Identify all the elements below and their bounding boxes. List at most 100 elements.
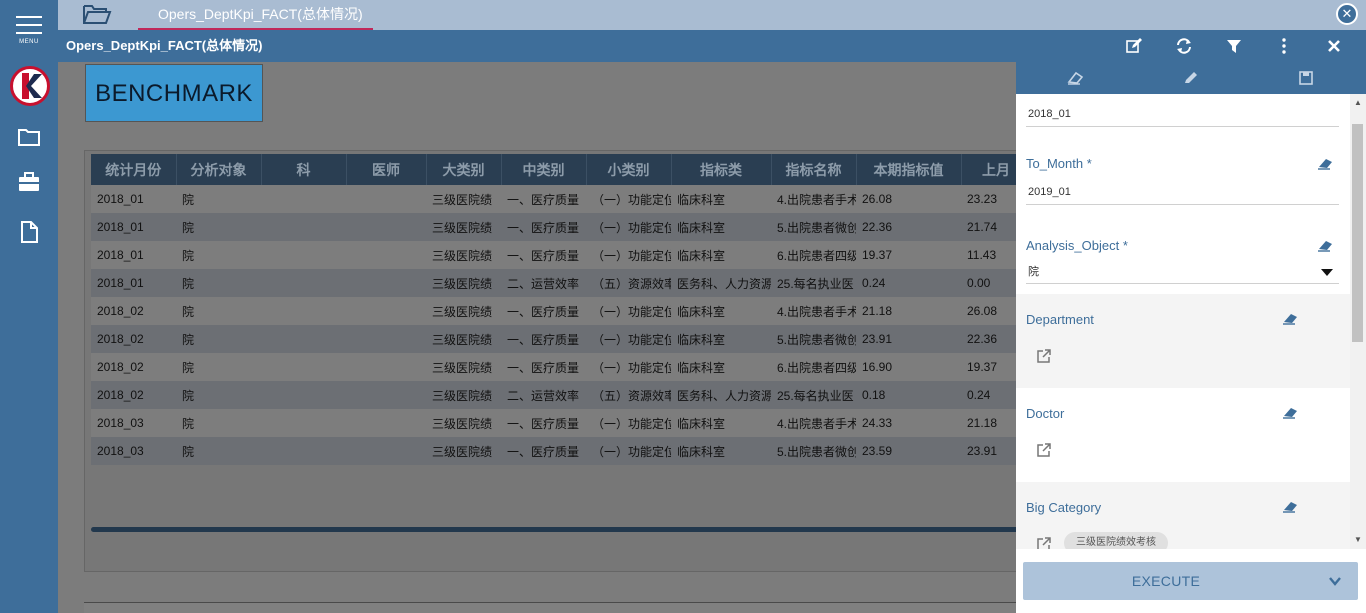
clear-to-month-button[interactable] [1316,157,1334,171]
selected-category-chip[interactable]: 三级医院绩效考核 [1064,532,1168,549]
refresh-button[interactable] [1175,37,1193,55]
execute-button[interactable]: EXECUTE [1023,562,1358,600]
sidebar-briefcase-button[interactable] [17,170,41,194]
to-month-input[interactable] [1026,179,1339,205]
column-header[interactable]: 中类别 [501,154,587,185]
scroll-up-icon[interactable]: ▲ [1350,97,1366,109]
to-month-label: To_Month * [1026,156,1092,171]
table-row[interactable]: 2018_03 院三级医院绩 一、医疗质量 （一）功能定位 临床科室 5.出院患者微创 23… [91,437,1016,465]
clear-doctor-button[interactable] [1281,406,1299,420]
table-cell: 2018_01 [91,241,176,269]
report-title: Opers_DeptKpi_FACT(总体情况) [66,38,263,53]
table-cell: 2018_03 [91,409,176,437]
more-options-button[interactable] [1275,37,1293,55]
column-header[interactable]: 科 [261,154,347,185]
eraser-icon [1318,159,1332,170]
table-row[interactable]: 2018_02 院 三级医院绩 一、医疗质量 （一）功能定位 临床科室 5.出院患者微创 23… [91,325,1016,353]
clear-all-button[interactable] [1066,70,1084,86]
table-cell: 医务科、人力资源 [671,381,771,409]
table-row[interactable]: 2018_01 院 三级医院绩 一、医疗质量 （一）功能定位 临床科室 6.出院患者四级 19… [91,241,1016,269]
table-cell [261,297,346,325]
table-row[interactable]: 2018_02 院 三级医院绩 一、医疗质量 （一）功能定位 临床科室 6.出院患者四级 16… [91,353,1016,381]
save-icon [1299,71,1313,85]
department-picker-button[interactable] [1036,348,1052,364]
column-header[interactable]: 指标类 [671,154,772,185]
column-header[interactable]: 医师 [346,154,427,185]
menu-button[interactable]: MENU [14,14,44,48]
table-cell: 三级医院绩 [426,353,501,381]
table-row[interactable]: 2018_01 院 三级医院绩 一、医疗质量 （一）功能定位 临床科室 5.出院患者微创 22… [91,213,1016,241]
table-cell [261,353,346,381]
table-cell: 23.23 [961,185,1016,213]
table-row[interactable]: 2018_02 院 三级医院绩 二、运营效率 （五）资源效率 医务科、人力资源 25.每名执… [91,381,1016,409]
document-icon [21,221,38,243]
column-header[interactable]: 指标名称 [771,154,857,185]
department-label: Department [1026,312,1094,327]
table-cell: （一）功能定位 [586,185,671,213]
external-link-icon [1037,349,1051,363]
open-folder-button[interactable] [82,2,112,26]
column-header[interactable]: 分析对象 [176,154,262,185]
close-report-button[interactable] [1325,37,1343,55]
analysis-object-select[interactable]: 院 [1026,260,1339,284]
table-cell: 2018_01 [91,185,176,213]
app-logo[interactable] [10,66,50,106]
chevron-down-icon[interactable] [1328,574,1342,588]
table-cell: 0.18 [856,381,961,409]
table-cell: 16.90 [856,353,961,381]
report-table-container: 统计月份 分析对象 科 医师 大类别 中类别 小类别 指标类 指标名称 本期指标… [84,150,1016,572]
table-row[interactable]: 2018_02 院 三级医院绩 一、医疗质量 （一）功能定位 临床科室 4.出院患者手术 21… [91,297,1016,325]
table-cell: 26.08 [856,185,961,213]
save-params-button[interactable] [1297,70,1315,86]
table-cell: 2018_01 [91,213,176,241]
table-cell: 0.24 [961,381,1016,409]
table-row[interactable]: 2018_03 院 三级医院绩 一、医疗质量 （一）功能定位 临床科室 4.出院患者手术 24… [91,409,1016,437]
table-cell: 21.74 [961,213,1016,241]
column-header[interactable]: 上月 [961,154,1016,185]
filter-icon [1227,40,1241,53]
doctor-section: Doctor [1016,388,1350,482]
table-cell [261,409,346,437]
edit-icon [1126,38,1142,53]
table-cell [346,297,426,325]
edit-params-button[interactable] [1182,70,1200,86]
table-cell: 一、医疗质量 [501,241,586,269]
table-cell: （五）资源效率 [586,269,671,297]
doctor-picker-button[interactable] [1036,442,1052,458]
table-horizontal-scrollbar[interactable] [91,527,1016,532]
table-cell: 三级医院绩 [426,213,501,241]
column-header[interactable]: 大类别 [426,154,502,185]
close-circle-icon: ✕ [1341,6,1353,21]
clear-department-button[interactable] [1281,312,1299,326]
hamburger-icon-bar [16,24,42,26]
table-row[interactable]: 2018_01 院 三级医院绩 一、医疗质量 （一）功能定位 临床科室 4.出院患者手术 26… [91,185,1016,213]
close-all-button[interactable]: ✕ [1336,3,1358,25]
edit-button[interactable] [1125,37,1143,55]
table-cell: 6.出院患者四级 [771,353,856,381]
table-row[interactable]: 2018_01 院 三级医院绩 二、运营效率 （五）资源效率 医务科、人力资源 25.每名执… [91,269,1016,297]
table-cell: 23.91 [856,325,961,353]
sidebar-document-button[interactable] [17,220,41,244]
column-header[interactable]: 本期指标值 [856,154,962,185]
table-cell: 院 [176,409,261,437]
tab-opers-deptkpi[interactable]: Opers_DeptKpi_FACT(总体情况) [138,0,373,30]
close-icon [1328,40,1340,52]
table-cell: 院 [176,325,261,353]
table-cell: 25.每名执业医 [771,269,856,297]
scroll-down-icon[interactable]: ▼ [1350,534,1366,546]
sidebar-folder-button[interactable] [17,125,41,149]
column-header[interactable]: 小类别 [586,154,672,185]
table-cell: 5.出院患者微创 [771,325,856,353]
panel-scrollbar-thumb[interactable] [1352,124,1363,342]
filter-button[interactable] [1225,37,1243,55]
clear-analysis-object-button[interactable] [1316,239,1334,253]
table-cell [346,185,426,213]
table-cell: 21.18 [856,297,961,325]
briefcase-icon [19,172,39,191]
table-cell: 临床科室 [671,437,771,465]
column-header[interactable]: 统计月份 [91,154,177,185]
from-month-input[interactable] [1026,101,1339,127]
clear-big-category-button[interactable] [1281,500,1299,514]
left-sidebar: MENU [0,0,58,613]
big-category-picker-button[interactable] [1036,536,1052,549]
